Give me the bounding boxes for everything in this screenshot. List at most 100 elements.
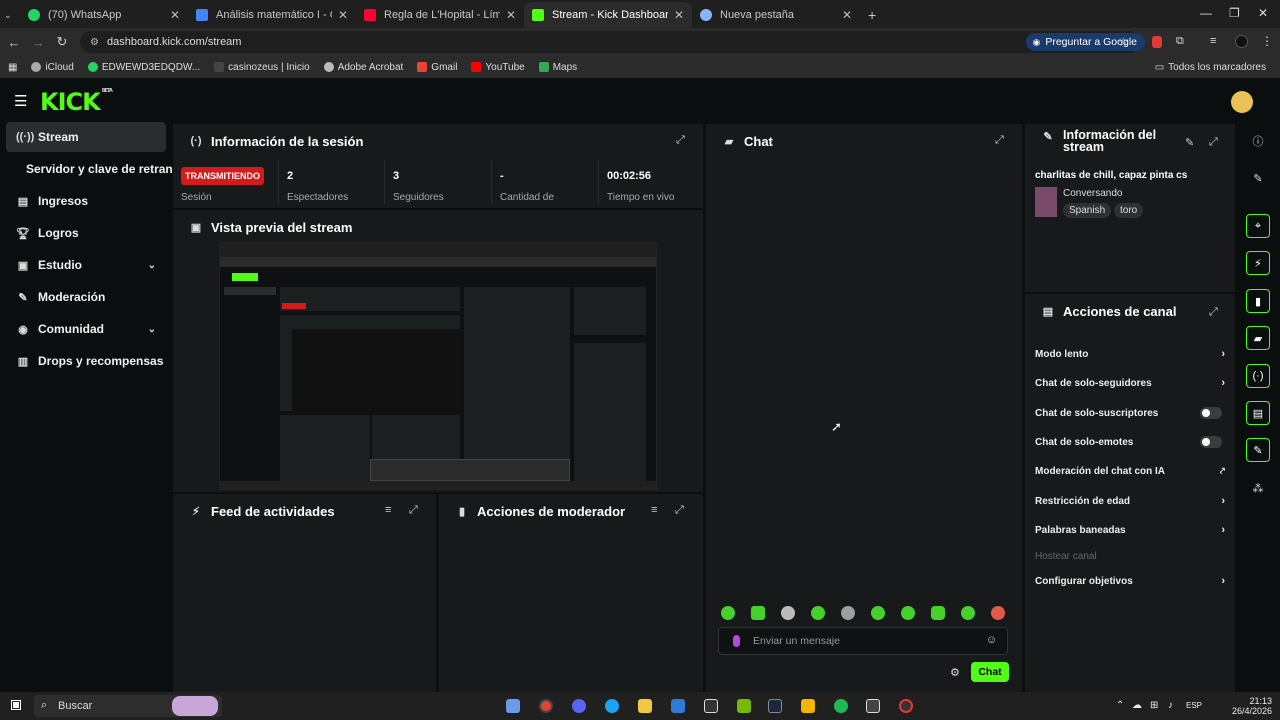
cloud-icon[interactable]: ☁︎ [1132, 700, 1142, 711]
action-followers-only[interactable]: Chat de solo-seguidores › [1035, 373, 1225, 393]
apps-grid-icon[interactable]: ▦ [8, 62, 17, 73]
close-icon[interactable]: ✕ [506, 8, 516, 22]
bookmark-youtube[interactable]: YouTube [471, 62, 525, 73]
star-icon[interactable]: ☆ [1118, 35, 1129, 49]
sidebar-item-stream[interactable]: ((·)) Stream [6, 122, 166, 152]
emote-icon[interactable] [751, 606, 765, 620]
emote-icon[interactable] [991, 606, 1005, 620]
url-input[interactable]: ⚙ dashboard.kick.com/stream [80, 31, 1140, 53]
taskbar-clock[interactable]: 21:13 26/4/2026 [1232, 696, 1272, 716]
profile-icon[interactable] [1235, 35, 1248, 48]
window-close-icon[interactable]: ✕ [1258, 6, 1268, 20]
chrome-taskbar-icon[interactable] [539, 699, 553, 713]
send-chat-button[interactable]: Chat [971, 662, 1009, 682]
sidebar-item-logros[interactable]: 🏆︎ Logros [6, 218, 166, 248]
expand-icon[interactable]: ⤢ [409, 504, 418, 517]
layout-icon[interactable]: ▤ [1246, 401, 1270, 425]
file-explorer-icon[interactable] [638, 699, 652, 713]
close-icon[interactable]: ✕ [338, 8, 348, 22]
copilot-icon[interactable] [506, 699, 520, 713]
category-name[interactable]: Conversando [1063, 188, 1122, 199]
chevron-up-icon[interactable]: ⌃ [1116, 700, 1124, 711]
sidebar-item-moderacion[interactable]: ✎ Moderación [6, 282, 166, 312]
category-thumbnail[interactable] [1035, 187, 1057, 217]
extension-icon[interactable] [1152, 36, 1162, 48]
calculator-icon[interactable] [704, 699, 718, 713]
sidebar-item-comunidad[interactable]: ◉ Comunidad ⌄ [6, 314, 166, 344]
emote-icon[interactable] [931, 606, 945, 620]
edit-pencil-icon[interactable]: ✎ [1185, 136, 1194, 149]
bookmark-acrobat[interactable]: Adobe Acrobat [323, 62, 403, 73]
mail-icon[interactable] [671, 699, 685, 713]
expand-icon[interactable]: ⤢ [1209, 306, 1218, 319]
broadcast-icon[interactable]: (·) [1246, 364, 1270, 388]
stream-tag[interactable]: Spanish [1063, 203, 1112, 218]
action-banned-words[interactable]: Palabras baneadas › [1035, 520, 1225, 540]
bolt-icon[interactable]: ⚡︎ [1246, 251, 1270, 275]
action-ai-moderation[interactable]: Moderación del chat con IA ⤤ [1035, 461, 1225, 481]
all-bookmarks-button[interactable]: ▭ Todos los marcadores [1155, 62, 1266, 73]
reading-list-icon[interactable]: ≡ [1210, 35, 1216, 47]
emote-icon[interactable] [781, 606, 795, 620]
filter-icon[interactable]: ≡ [651, 504, 657, 516]
emote-icon[interactable] [871, 606, 885, 620]
bookmark-maps[interactable]: Maps [538, 62, 577, 73]
edit-pencil-icon[interactable]: ✎ [1246, 166, 1270, 190]
settings-gear-icon[interactable]: ⚙ [950, 666, 960, 679]
focus-icon[interactable]: ⌖ [1246, 214, 1270, 238]
stream-tag[interactable]: toro [1114, 203, 1144, 218]
emote-icon[interactable] [811, 606, 825, 620]
chat-message-input[interactable]: Enviar un mensaje ☺ [718, 627, 1008, 655]
language-indicator[interactable]: ESP [1186, 701, 1202, 710]
expand-icon[interactable]: ⤢ [995, 134, 1004, 147]
puzzle-icon[interactable]: ⧉ [1176, 35, 1184, 48]
network-icon[interactable]: ⊞ [1150, 700, 1158, 711]
bookmark-whatsapp[interactable]: EDWEWD3EDQDW... [87, 62, 200, 73]
action-age-restriction[interactable]: Restricción de edad › [1035, 491, 1225, 511]
tab-kick-dashboard[interactable]: Stream - Kick Dashboard ✕ [524, 2, 692, 28]
back-icon[interactable]: ← [2, 35, 26, 50]
emoji-icon[interactable]: ☺ [986, 634, 997, 646]
nvidia-icon[interactable] [737, 699, 751, 713]
taskbar-search[interactable]: ⌕ Buscar [34, 695, 222, 717]
rockstar-icon[interactable] [801, 699, 815, 713]
expand-icon[interactable]: ⤢ [675, 504, 684, 517]
tab-google-doc[interactable]: Análisis matemático I - Google✕ [188, 2, 356, 28]
close-icon[interactable]: ✕ [842, 8, 852, 22]
action-configure-goals[interactable]: Configurar objetivos › [1035, 571, 1225, 591]
wrench-icon[interactable]: ✎ [1246, 438, 1270, 462]
new-tab-button[interactable]: + [860, 2, 884, 28]
bookmark-gmail[interactable]: Gmail [417, 62, 457, 73]
sidebar-item-drops[interactable]: ▥ Drops y recompensas [6, 346, 166, 376]
menu-dots-icon[interactable]: ⋮ [1261, 34, 1273, 48]
reload-icon[interactable]: ↻ [50, 34, 74, 50]
chat-bubble-icon[interactable]: ▰ [1246, 326, 1270, 350]
obs-icon[interactable] [899, 699, 913, 713]
kick-logo[interactable]: KICK BETA [40, 88, 113, 116]
spotify-icon[interactable] [834, 699, 848, 713]
site-info-icon[interactable]: ⚙ [90, 37, 99, 48]
windows-start-icon[interactable] [10, 699, 22, 711]
emotes-only-toggle[interactable] [1200, 436, 1222, 448]
user-avatar[interactable] [1231, 91, 1253, 113]
edge-icon[interactable] [605, 699, 619, 713]
subscribers-only-toggle[interactable] [1200, 407, 1222, 419]
emote-icon[interactable] [961, 606, 975, 620]
stream-preview-video[interactable] [219, 242, 657, 490]
steam-icon[interactable] [768, 699, 782, 713]
shield-icon[interactable]: ▮ [1246, 289, 1270, 313]
volume-icon[interactable]: ♪ [1168, 700, 1173, 711]
tab-whatsapp[interactable]: (70) WhatsApp ✕ [20, 2, 188, 28]
filter-icon[interactable]: ≡ [385, 504, 391, 516]
tab-new[interactable]: Nueva pestaña ✕ [692, 2, 860, 28]
sidebar-item-server-key[interactable]: Servidor y clave de retransmisión [6, 154, 172, 184]
sidebar-item-estudio[interactable]: ▣ Estudio ⌄ [6, 250, 166, 280]
info-icon[interactable]: ⓘ [1246, 129, 1270, 153]
emote-icon[interactable] [841, 606, 855, 620]
tab-search-button[interactable]: ⌄ [0, 2, 20, 28]
microphone-icon[interactable] [733, 635, 740, 647]
sidebar-item-ingresos[interactable]: ▤ Ingresos [6, 186, 166, 216]
forward-icon[interactable]: → [26, 35, 50, 50]
bookmark-icloud[interactable]: iCloud [31, 62, 74, 73]
capture-icon[interactable] [866, 699, 880, 713]
